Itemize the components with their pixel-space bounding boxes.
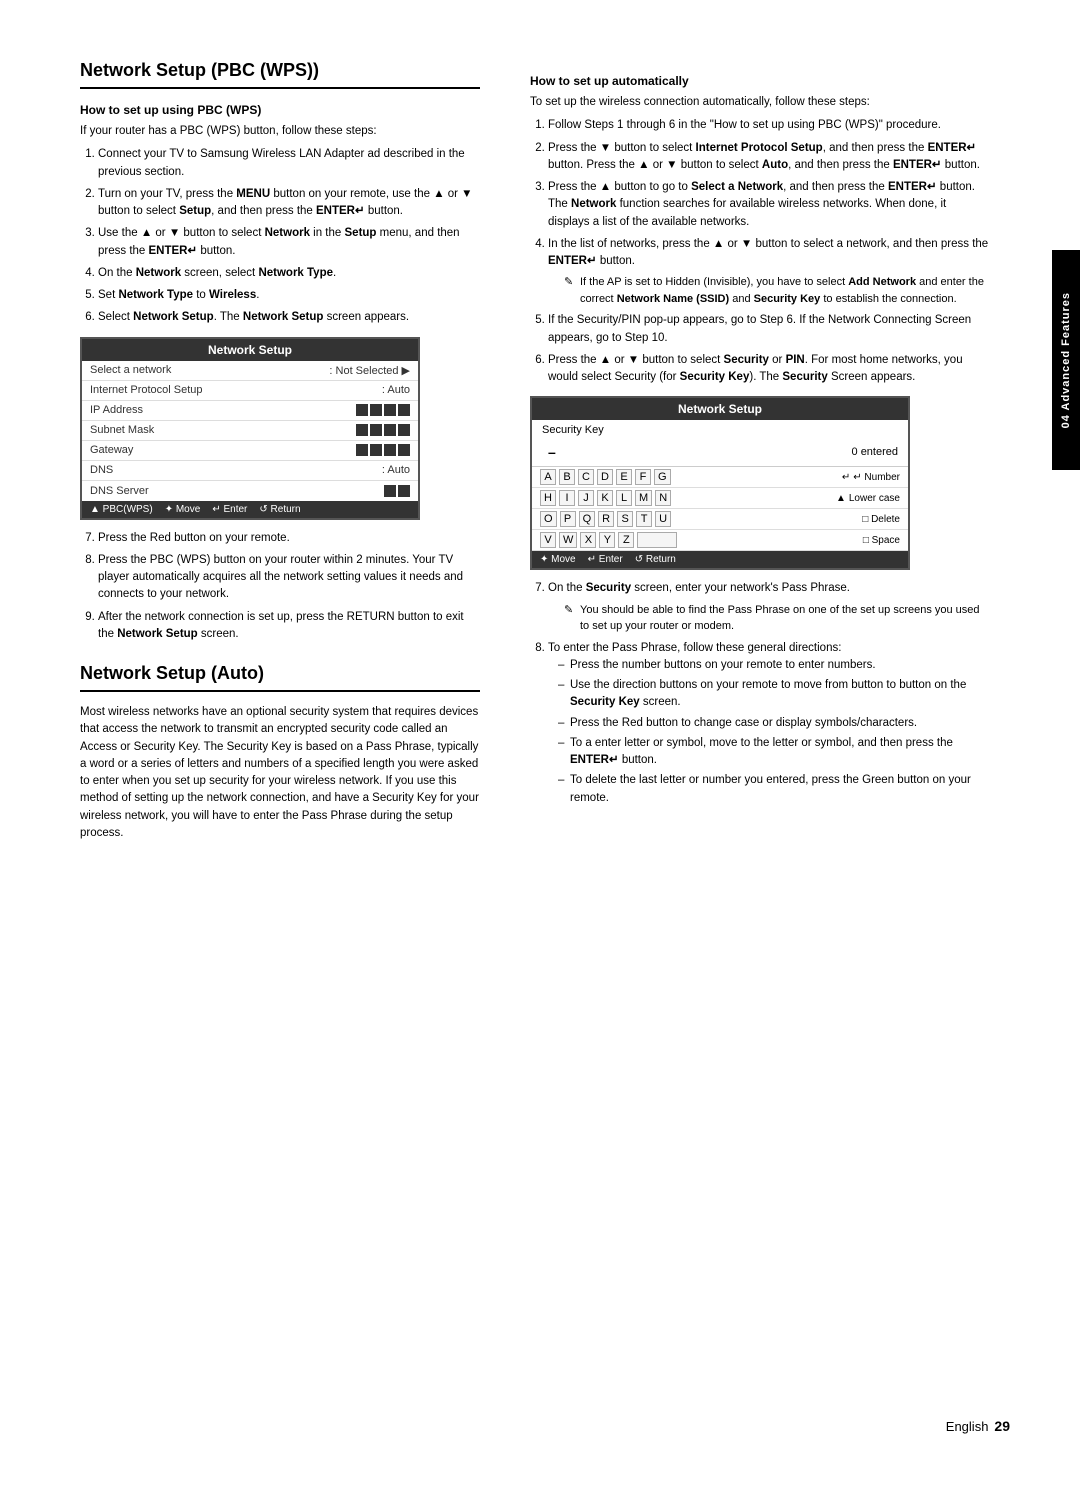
section1-intro: If your router has a PBC (WPS) button, f…	[80, 123, 480, 140]
key-row-ou: O P Q R S T U □ Delete	[532, 509, 908, 530]
network-table-body: Select a network : Not Selected ▶ Intern…	[82, 361, 418, 501]
auto-step-6: Press the ▲ or ▼ button to select Securi…	[548, 352, 990, 387]
step-1: Connect your TV to Samsung Wireless LAN …	[98, 146, 480, 181]
page: 04 Advanced Features Network Setup (PBC …	[0, 0, 1080, 1494]
pixel-block	[370, 444, 382, 456]
network-row-gateway: Gateway	[82, 441, 418, 461]
step8-bullets: Press the number buttons on your remote …	[548, 657, 990, 807]
key-row-ag: A B C D E F G ↵ ↵ Number	[532, 467, 908, 488]
security-entered: 0 entered	[852, 446, 898, 458]
side-tab: 04 Advanced Features	[1052, 250, 1080, 470]
section1-steps: Connect your TV to Samsung Wireless LAN …	[80, 146, 480, 326]
section2-title: Network Setup (Auto)	[80, 663, 480, 692]
pixel-block	[384, 444, 396, 456]
network-setup-table: Network Setup Select a network : Not Sel…	[80, 337, 420, 520]
security-key-table: Network Setup Security Key – 0 entered A…	[530, 396, 910, 570]
network-row-dns: DNS : Auto	[82, 461, 418, 481]
left-column: Network Setup (PBC (WPS)) How to set up …	[80, 60, 510, 1388]
section1-subtitle: How to set up using PBC (WPS)	[80, 103, 480, 117]
section3-steps-continued: On the Security screen, enter your netwo…	[530, 580, 990, 807]
bullet-3: Press the Red button to change case or d…	[558, 715, 990, 732]
auto-step-2: Press the ▼ button to select Internet Pr…	[548, 140, 990, 175]
step-6: Select Network Setup. The Network Setup …	[98, 309, 480, 326]
pixel-block	[356, 424, 368, 436]
step-8: Press the PBC (WPS) button on your route…	[98, 552, 480, 604]
pixel-block	[370, 424, 382, 436]
auto-step-4: In the list of networks, press the ▲ or …	[548, 236, 990, 308]
network-table-footer: ▲ PBC(WPS) ✦ Move ↵ Enter ↺ Return	[82, 501, 418, 518]
note-step7: You should be able to find the Pass Phra…	[564, 602, 990, 635]
security-key-input-area: – 0 entered	[532, 438, 908, 467]
pixel-block	[398, 424, 410, 436]
network-row-dns-server: DNS Server	[82, 481, 418, 501]
page-number: 29	[994, 1418, 1010, 1434]
pixel-block	[398, 485, 410, 497]
step-5: Set Network Type to Wireless.	[98, 287, 480, 304]
network-row-ip-setup: Internet Protocol Setup : Auto	[82, 381, 418, 401]
pixel-block	[398, 444, 410, 456]
pixel-block	[356, 444, 368, 456]
section3-steps: Follow Steps 1 through 6 in the "How to …	[530, 117, 990, 386]
section1-title: Network Setup (PBC (WPS))	[80, 60, 480, 89]
step-2: Turn on your TV, press the MENU button o…	[98, 186, 480, 221]
right-column: How to set up automatically To set up th…	[510, 60, 1010, 1388]
section3-subtitle: How to set up automatically	[530, 74, 990, 88]
step-9: After the network connection is set up, …	[98, 609, 480, 644]
content-area: Network Setup (PBC (WPS)) How to set up …	[80, 60, 1010, 1388]
side-tab-text: 04 Advanced Features	[1060, 292, 1072, 428]
security-key-label-row: Security Key	[532, 420, 908, 438]
pixel-block	[370, 404, 382, 416]
pixel-block	[384, 485, 396, 497]
bullet-2: Use the direction buttons on your remote…	[558, 677, 990, 712]
step-7: Press the Red button on your remote.	[98, 530, 480, 547]
key-row-hn: H I J K L M N ▲ Lower case	[532, 488, 908, 509]
bullet-4: To a enter letter or symbol, move to the…	[558, 735, 990, 770]
key-row-vz: V W X Y Z □ Space	[532, 530, 908, 551]
bullet-5: To delete the last letter or number you …	[558, 772, 990, 807]
step-3: Use the ▲ or ▼ button to select Network …	[98, 225, 480, 260]
note-step4: If the AP is set to Hidden (Invisible), …	[564, 274, 990, 307]
auto-step-3: Press the ▲ button to go to Select a Net…	[548, 179, 990, 231]
bullet-1: Press the number buttons on your remote …	[558, 657, 990, 674]
pixel-block	[398, 404, 410, 416]
page-footer: English 29	[80, 1408, 1010, 1434]
pixel-block	[384, 404, 396, 416]
network-row-subnet: Subnet Mask	[82, 421, 418, 441]
page-lang: English	[946, 1419, 989, 1434]
auto-step-1: Follow Steps 1 through 6 in the "How to …	[548, 117, 990, 134]
section1-steps-continued: Press the Red button on your remote. Pre…	[80, 530, 480, 644]
network-row-select: Select a network : Not Selected ▶	[82, 361, 418, 381]
section2-body: Most wireless networks have an optional …	[80, 704, 480, 842]
network-table-header: Network Setup	[82, 339, 418, 361]
auto-step-8: To enter the Pass Phrase, follow these g…	[548, 640, 990, 807]
security-table-header: Network Setup	[532, 398, 908, 420]
pixel-block	[384, 424, 396, 436]
pixel-block	[356, 404, 368, 416]
step-4: On the Network screen, select Network Ty…	[98, 265, 480, 282]
security-footer: ✦ Move ↵ Enter ↺ Return	[532, 551, 908, 568]
network-row-ip: IP Address	[82, 401, 418, 421]
section3-intro: To set up the wireless connection automa…	[530, 94, 990, 111]
auto-step-7: On the Security screen, enter your netwo…	[548, 580, 990, 634]
auto-step-5: If the Security/PIN pop-up appears, go t…	[548, 312, 990, 347]
